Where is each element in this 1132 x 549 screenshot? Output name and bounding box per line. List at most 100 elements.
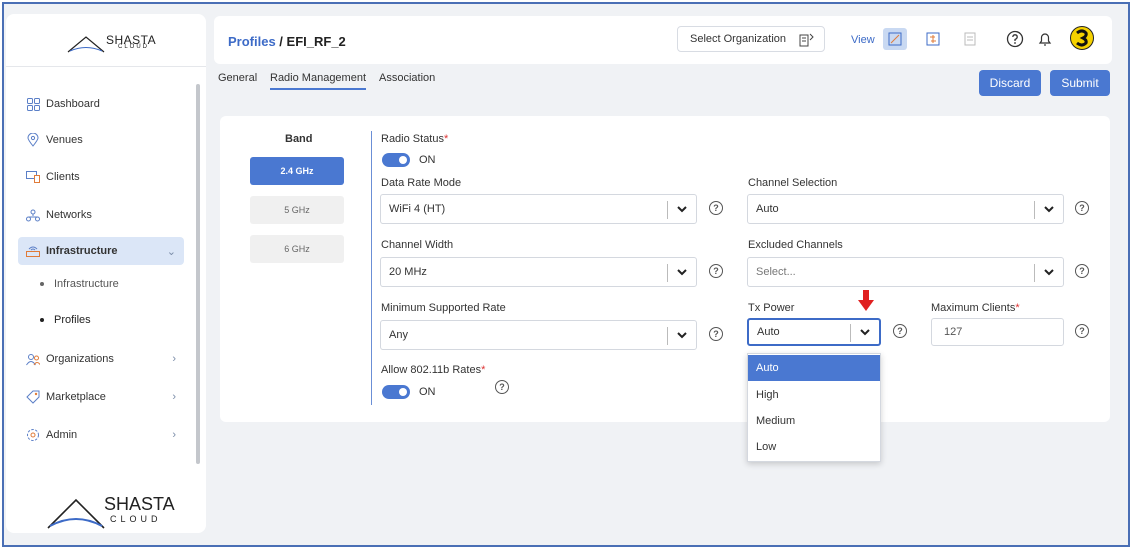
channel-width-value: 20 MHz (389, 266, 427, 278)
radio-status-label: Radio Status* (381, 133, 448, 145)
report-view-icon (964, 32, 976, 46)
chevron-down-icon: ⌄ (166, 245, 176, 258)
brand-logo-top[interactable]: SHASTA CLOUD (66, 32, 156, 54)
view-label: View (851, 34, 875, 46)
min-rate-help-icon[interactable]: ? (709, 327, 723, 341)
radio-status-value: ON (419, 154, 436, 166)
sidebar-item-dashboard[interactable]: Dashboard (18, 90, 184, 118)
top-header: Profiles / EFI_RF_2 Select Organization … (214, 16, 1112, 64)
breadcrumb-separator: / (275, 34, 287, 49)
breadcrumb-profiles-link[interactable]: Profiles (228, 34, 276, 49)
grid-icon (26, 97, 40, 111)
view-report-button[interactable] (958, 28, 982, 50)
max-clients-input[interactable]: 127 (931, 318, 1064, 346)
allow-11b-help-icon[interactable]: ? (495, 380, 509, 394)
channel-selection-help-icon[interactable]: ? (1075, 201, 1089, 215)
sidebar-item-label: Infrastructure (46, 245, 118, 257)
band-option-2-4ghz[interactable]: 2.4 GHz (250, 157, 344, 185)
chevron-right-icon: › (172, 353, 176, 365)
band-option-6ghz[interactable]: 6 GHz (250, 235, 344, 263)
sidebar-item-label: Venues (46, 134, 83, 146)
channel-selection-value: Auto (756, 203, 779, 215)
router-icon (26, 244, 40, 258)
required-marker: * (481, 364, 486, 376)
tag-icon (26, 390, 40, 404)
sidebar-subitem-profiles[interactable]: Profiles (40, 314, 91, 326)
data-rate-mode-select[interactable]: WiFi 4 (HT) (380, 194, 697, 224)
tab-radio-management[interactable]: Radio Management (270, 72, 367, 90)
excluded-channels-help-icon[interactable]: ? (1075, 264, 1089, 278)
mountain-logo-icon (47, 498, 105, 529)
select-organization-button[interactable]: Select Organization (677, 26, 825, 52)
brand-name: SHASTA (104, 494, 175, 514)
channel-width-help-icon[interactable]: ? (709, 264, 723, 278)
required-marker: * (443, 133, 449, 145)
card-view-icon (888, 32, 902, 46)
bullet-icon (40, 318, 44, 322)
view-billing-button[interactable] (921, 28, 945, 50)
select-separator (667, 201, 668, 219)
radio-status-label-text: Radio Status (381, 133, 444, 145)
band-option-5ghz[interactable]: 5 GHz (250, 196, 344, 224)
select-separator (667, 327, 668, 345)
min-rate-label: Minimum Supported Rate (381, 302, 506, 314)
sidebar-subitem-label: Profiles (54, 314, 91, 326)
tx-power-option-medium[interactable]: Medium (748, 408, 880, 434)
discard-button[interactable]: Discard (979, 70, 1041, 96)
sidebar-scrollbar[interactable] (196, 84, 200, 464)
channel-width-select[interactable]: 20 MHz (380, 257, 697, 287)
radio-status-toggle[interactable] (382, 153, 410, 167)
tx-power-option-auto[interactable]: Auto (748, 355, 880, 381)
submit-button[interactable]: Submit (1050, 70, 1110, 96)
mountain-logo-icon (67, 36, 105, 53)
sidebar-item-label: Marketplace (46, 391, 106, 403)
tx-power-help-icon[interactable]: ? (893, 324, 907, 338)
chevron-down-icon (677, 206, 687, 213)
sidebar-item-label: Clients (46, 171, 80, 183)
red-annotation-arrow-icon (858, 290, 874, 311)
tx-power-select[interactable]: Auto (747, 318, 881, 346)
sidebar-item-admin[interactable]: Admin › (18, 421, 184, 449)
gear-icon (26, 428, 40, 442)
allow-11b-value: ON (419, 386, 436, 398)
tx-power-option-high[interactable]: High (748, 382, 880, 408)
excluded-channels-select[interactable]: Select... (747, 257, 1064, 287)
tab-general[interactable]: General (218, 72, 257, 84)
data-rate-mode-label: Data Rate Mode (381, 177, 462, 189)
breadcrumb-current: EFI_RF_2 (286, 34, 346, 49)
organization-switch-icon (799, 33, 814, 47)
sidebar-item-organizations[interactable]: Organizations › (18, 345, 184, 373)
chevron-down-icon (860, 329, 870, 336)
sidebar-item-label: Admin (46, 429, 78, 441)
allow-11b-label-text: Allow 802.11b Rates (381, 364, 482, 376)
brand-sub: CLOUD (110, 514, 162, 524)
allow-11b-toggle[interactable] (382, 385, 410, 399)
tx-power-option-low[interactable]: Low (748, 434, 880, 460)
data-rate-mode-help-icon[interactable]: ? (709, 201, 723, 215)
view-card-button[interactable] (883, 28, 907, 50)
chevron-down-icon (677, 332, 687, 339)
tab-association[interactable]: Association (379, 72, 435, 84)
required-marker: * (1015, 302, 1020, 314)
max-clients-help-icon[interactable]: ? (1075, 324, 1089, 338)
excluded-channels-placeholder: Select... (756, 266, 796, 278)
min-rate-select[interactable]: Any (380, 320, 697, 350)
sidebar-divider (6, 66, 206, 67)
breadcrumb: Profiles / EFI_RF_2 (228, 34, 346, 49)
sidebar-item-networks[interactable]: Networks (18, 201, 184, 229)
sidebar-item-label: Dashboard (46, 98, 100, 110)
channel-selection-select[interactable]: Auto (747, 194, 1064, 224)
tx-power-label: Tx Power (748, 302, 795, 314)
user-avatar[interactable] (1070, 26, 1094, 50)
sidebar-item-venues[interactable]: Venues (18, 126, 184, 154)
min-rate-value: Any (389, 329, 408, 341)
sidebar-item-marketplace[interactable]: Marketplace › (18, 383, 184, 411)
sidebar-subitem-label: Infrastructure (54, 278, 119, 290)
max-clients-label-text: Maximum Clients (931, 302, 1016, 314)
help-icon[interactable] (1006, 30, 1024, 48)
sidebar-item-clients[interactable]: Clients (18, 163, 184, 191)
chevron-down-icon (1044, 206, 1054, 213)
notification-bell-icon[interactable] (1036, 30, 1054, 48)
sidebar-subitem-infrastructure[interactable]: Infrastructure (40, 278, 119, 290)
sidebar-item-infrastructure[interactable]: Infrastructure ⌄ (18, 237, 184, 265)
